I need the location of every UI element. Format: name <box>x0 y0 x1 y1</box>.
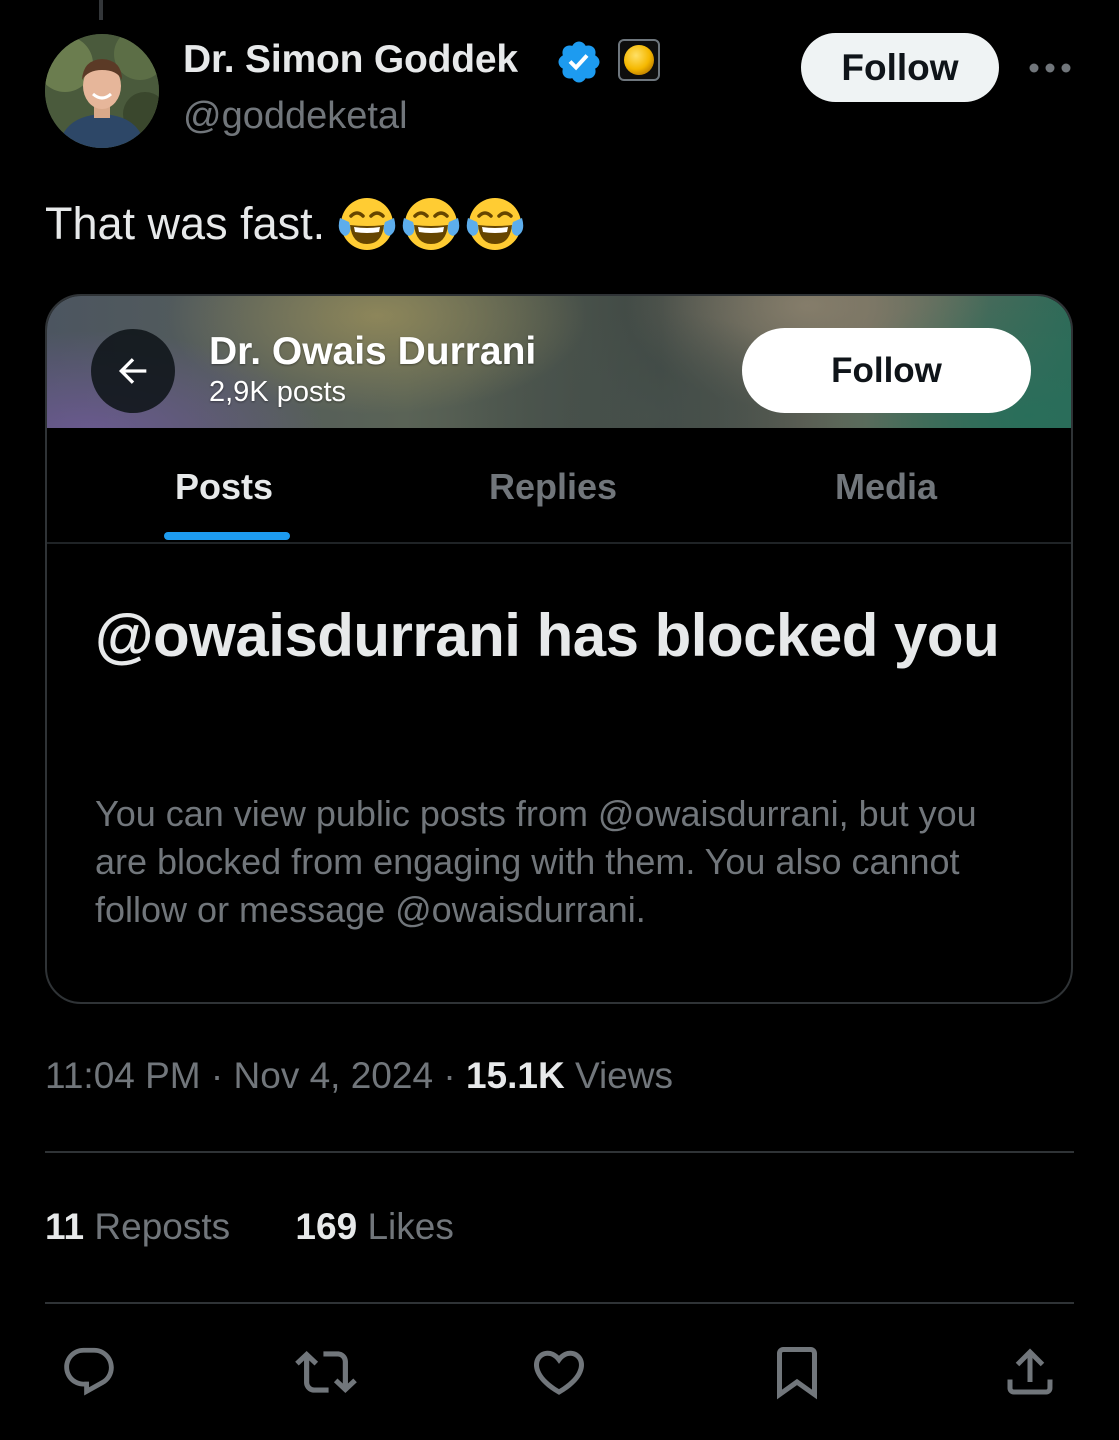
affiliate-badge-icon[interactable] <box>618 39 660 81</box>
likes-count: 169 <box>295 1206 358 1247</box>
repost-button[interactable] <box>294 1340 358 1404</box>
likes-stat[interactable]: 169 Likes <box>295 1206 453 1248</box>
tweet-time[interactable]: 11:04 PM <box>45 1055 201 1096</box>
author-handle[interactable]: @goddeketal <box>183 95 408 138</box>
attached-screenshot-card[interactable]: Dr. Owais Durrani 2,9K posts Follow Post… <box>45 294 1073 1004</box>
bookmark-button[interactable] <box>765 1340 829 1404</box>
tweet-metadata: 11:04 PM · Nov 4, 2024 · 15.1K Views <box>45 1055 673 1097</box>
profile-banner: Dr. Owais Durrani 2,9K posts Follow <box>47 296 1071 428</box>
tab-posts[interactable]: Posts <box>175 466 273 508</box>
bookmark-icon <box>777 1347 817 1400</box>
likes-label: Likes <box>367 1206 454 1247</box>
like-icon <box>533 1350 585 1395</box>
active-tab-indicator <box>164 532 290 540</box>
reply-button[interactable] <box>57 1340 121 1404</box>
views-label: Views <box>574 1055 673 1096</box>
reposts-label: Reposts <box>94 1206 231 1247</box>
back-button[interactable] <box>91 329 175 413</box>
tab-media[interactable]: Media <box>835 466 937 508</box>
author-name[interactable]: Dr. Simon Goddek <box>183 38 518 82</box>
face-with-tears-of-joy-icon <box>338 198 396 250</box>
more-options-icon[interactable] <box>1028 59 1072 77</box>
tweet-body: That was fast. <box>45 194 525 254</box>
back-arrow-icon <box>118 358 147 384</box>
author-avatar[interactable] <box>45 34 159 148</box>
face-with-tears-of-joy-icon <box>402 198 460 250</box>
profile-name: Dr. Owais Durrani <box>209 330 537 373</box>
share-button[interactable] <box>998 1340 1062 1404</box>
engagement-stats: 11 Reposts 169 Likes <box>45 1206 454 1248</box>
blocked-title: @owaisdurrani has blocked you <box>95 602 1000 669</box>
separator: · <box>443 1055 456 1096</box>
repost-icon <box>295 1351 357 1393</box>
reposts-count: 11 <box>45 1206 85 1247</box>
follow-button[interactable]: Follow <box>801 33 999 102</box>
views-count: 15.1K <box>465 1055 565 1096</box>
face-with-tears-of-joy-icon <box>466 198 524 250</box>
profile-tabs: Posts Replies Media <box>47 428 1071 544</box>
separator: · <box>210 1055 224 1096</box>
verified-badge-icon <box>558 41 600 83</box>
blocked-description: You can view public posts from @owaisdur… <box>95 793 977 930</box>
share-icon <box>1007 1348 1053 1395</box>
tweet-date[interactable]: Nov 4, 2024 <box>234 1055 434 1096</box>
like-button[interactable] <box>527 1340 591 1404</box>
profile-follow-button[interactable]: Follow <box>742 328 1031 413</box>
divider <box>45 1302 1074 1304</box>
tab-replies[interactable]: Replies <box>489 466 617 508</box>
divider <box>45 1151 1074 1153</box>
profile-post-count: 2,9K posts <box>209 376 347 408</box>
emoji-group <box>337 194 525 254</box>
reply-icon <box>64 1347 114 1396</box>
thread-connector-line <box>99 0 103 20</box>
reposts-stat[interactable]: 11 Reposts <box>45 1206 230 1248</box>
tweet-text: That was fast. <box>45 198 326 249</box>
